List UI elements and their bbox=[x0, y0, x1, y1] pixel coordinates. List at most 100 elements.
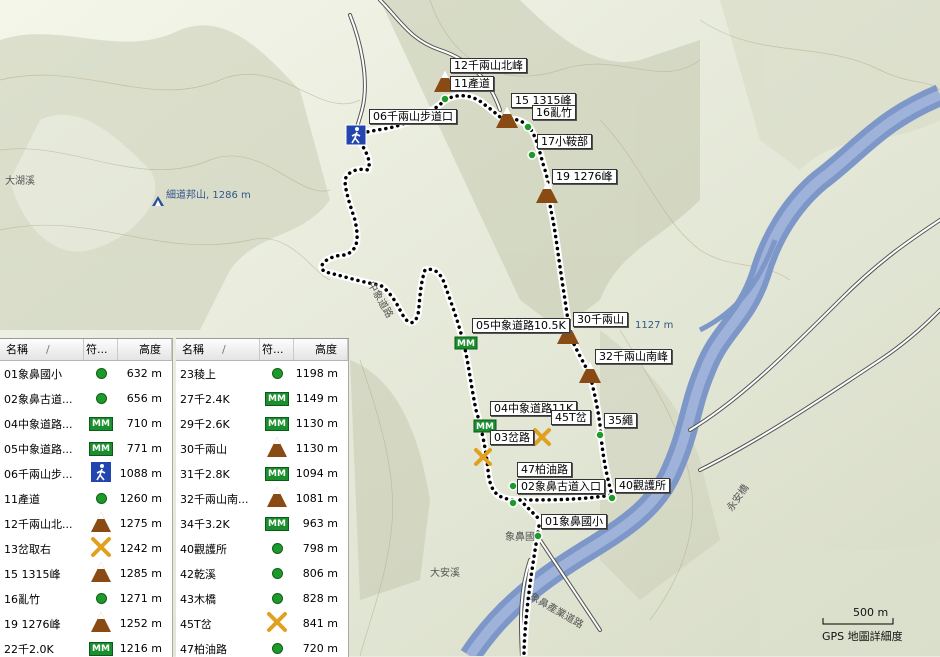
waypoint-altitude: 632 m bbox=[126, 367, 162, 380]
waypoint-name: 42乾溪 bbox=[180, 567, 216, 581]
table-row[interactable]: 40觀護所 798 m bbox=[176, 536, 348, 561]
waypoint-label-19[interactable]: 19 1276峰 bbox=[552, 169, 617, 184]
waypoint-symbol bbox=[260, 368, 294, 379]
waypoint-name: 16亂竹 bbox=[4, 592, 40, 606]
waypoint-altitude: 1149 m bbox=[295, 392, 338, 405]
waypoint-symbol: MM bbox=[260, 416, 294, 431]
table-row[interactable]: 13岔取右 1242 m bbox=[0, 536, 172, 561]
waypoint-label-11[interactable]: 11產道 bbox=[450, 76, 494, 91]
mile-marker-icon: MM bbox=[265, 516, 289, 531]
column-header-name[interactable]: 名稱 / bbox=[176, 339, 260, 360]
waypoint-name: 29千2.6K bbox=[180, 417, 230, 431]
waypoint-name: 32千兩山南... bbox=[180, 492, 249, 506]
waypoint-altitude: 841 m bbox=[302, 617, 338, 630]
waypoint-label-05[interactable]: 05中象道路10.5K bbox=[472, 318, 570, 333]
table-header: 名稱 / 符... 高度 bbox=[176, 339, 348, 361]
waypoint-symbol bbox=[260, 543, 294, 554]
column-header-symbol[interactable]: 符... bbox=[84, 339, 118, 360]
waypoint-name: 01象鼻國小 bbox=[4, 367, 62, 381]
table-row[interactable]: 34千3.2K MM 963 m bbox=[176, 511, 348, 536]
waypoint-altitude: 828 m bbox=[302, 592, 338, 605]
waypoint-altitude: 1198 m bbox=[295, 367, 338, 380]
waypoint-label-35[interactable]: 35繩 bbox=[604, 413, 637, 428]
table-row[interactable]: 30千兩山 1130 m bbox=[176, 436, 348, 461]
column-header-symbol[interactable]: 符... bbox=[260, 339, 294, 360]
waypoint-symbol bbox=[84, 561, 118, 586]
waypoint-label-30[interactable]: 30千兩山 bbox=[573, 312, 628, 327]
table-row[interactable]: 23稜上 1198 m bbox=[176, 361, 348, 386]
table-row[interactable]: 31千2.8K MM 1094 m bbox=[176, 461, 348, 486]
waypoint-symbol bbox=[260, 611, 294, 636]
hiker-icon bbox=[345, 124, 367, 146]
table-row[interactable]: 01象鼻國小 632 m bbox=[0, 361, 172, 386]
waypoint-dot-icon bbox=[271, 368, 283, 379]
waypoint-label-16[interactable]: 16亂竹 bbox=[532, 105, 576, 120]
waypoint-altitude: 963 m bbox=[302, 517, 338, 530]
waypoint-label-40[interactable]: 40觀護所 bbox=[615, 478, 670, 493]
column-header-altitude[interactable]: 高度 bbox=[294, 339, 348, 360]
waypoint-symbol bbox=[84, 511, 118, 536]
waypoint-name: 47柏油路 bbox=[180, 642, 227, 656]
waypoint-dot-icon bbox=[95, 368, 107, 379]
column-header-name[interactable]: 名稱 / bbox=[0, 339, 84, 360]
table-row[interactable]: 19 1276峰 1252 m bbox=[0, 611, 172, 636]
waypoint-symbol bbox=[84, 393, 118, 404]
peak-icon bbox=[90, 511, 112, 536]
table-row[interactable]: 29千2.6K MM 1130 m bbox=[176, 411, 348, 436]
table-row[interactable]: 43木橋 828 m bbox=[176, 586, 348, 611]
waypoint-name: 02象鼻古道... bbox=[4, 392, 73, 406]
waypoint-name: 12千兩山北... bbox=[4, 517, 73, 531]
table-row[interactable]: 15 1315峰 1285 m bbox=[0, 561, 172, 586]
table-row[interactable]: 06千兩山步... 1088 m bbox=[0, 461, 172, 486]
mile-marker-icon: MM bbox=[89, 441, 113, 456]
waypoint-symbol bbox=[260, 643, 294, 654]
mile-marker-icon: MM bbox=[89, 641, 113, 656]
table-row[interactable]: 04中象道路... MM 710 m bbox=[0, 411, 172, 436]
waypoint-label-02[interactable]: 02象鼻古道入口 bbox=[517, 479, 605, 494]
mile-marker-icon: MM bbox=[265, 416, 289, 431]
waypoint-altitude: 1271 m bbox=[119, 592, 162, 605]
table-row[interactable]: 02象鼻古道... 656 m bbox=[0, 386, 172, 411]
waypoint-altitude: 1081 m bbox=[295, 492, 338, 505]
table-row[interactable]: 45T岔 841 m bbox=[176, 611, 348, 636]
waypoint-name: 22千2.0K bbox=[4, 642, 54, 656]
waypoint-label-06[interactable]: 06千兩山步道口 bbox=[369, 109, 457, 124]
peak-icon bbox=[90, 611, 112, 636]
table-row[interactable]: 11產道 1260 m bbox=[0, 486, 172, 511]
table-row[interactable]: 05中象道路... MM 771 m bbox=[0, 436, 172, 461]
map-detail-label[interactable]: GPS 地圖詳細度 bbox=[822, 628, 903, 644]
waypoint-label-47[interactable]: 47柏油路 bbox=[517, 462, 572, 477]
waypoint-label-03[interactable]: 03岔路 bbox=[490, 430, 534, 445]
waypoint-label-12[interactable]: 12千兩山北峰 bbox=[450, 58, 527, 73]
waypoint-altitude: 798 m bbox=[302, 542, 338, 555]
table-row[interactable]: 22千2.0K MM 1216 m bbox=[0, 636, 172, 657]
waypoint-name: 31千2.8K bbox=[180, 467, 230, 481]
waypoint-symbol: MM bbox=[84, 416, 118, 431]
waypoint-label-32[interactable]: 32千兩山南峰 bbox=[595, 349, 672, 364]
waypoint-name: 23稜上 bbox=[180, 367, 216, 381]
table-row[interactable]: 27千2.4K MM 1149 m bbox=[176, 386, 348, 411]
waypoint-symbol bbox=[84, 493, 118, 504]
waypoint-label-01[interactable]: 01象鼻國小 bbox=[541, 514, 607, 529]
label-peak-xidaobang: 細道邦山, 1286 m bbox=[166, 190, 251, 201]
mile-marker-icon: MM bbox=[89, 416, 113, 431]
waypoint-dot-icon bbox=[271, 568, 283, 579]
table-row[interactable]: 47柏油路 720 m bbox=[176, 636, 348, 657]
column-header-altitude[interactable]: 高度 bbox=[118, 339, 172, 360]
junction-icon bbox=[90, 536, 112, 561]
waypoint-label-17[interactable]: 17小鞍部 bbox=[537, 134, 592, 149]
table-row[interactable]: 12千兩山北... 1275 m bbox=[0, 511, 172, 536]
waypoint-symbol bbox=[84, 536, 118, 561]
table-row[interactable]: 32千兩山南... 1081 m bbox=[176, 486, 348, 511]
waypoint-rows-left: 01象鼻國小 632 m 02象鼻古道... 656 m 04中象道路... MM 710 … bbox=[0, 361, 172, 657]
waypoint-symbol bbox=[260, 486, 294, 511]
table-row[interactable]: 42乾溪 806 m bbox=[176, 561, 348, 586]
waypoint-altitude: 1216 m bbox=[119, 642, 162, 655]
junction-icon bbox=[266, 611, 288, 636]
waypoint-label-45[interactable]: 45T岔 bbox=[551, 410, 591, 425]
waypoint-name: 11產道 bbox=[4, 492, 40, 506]
peak-icon bbox=[266, 436, 288, 461]
table-row[interactable]: 16亂竹 1271 m bbox=[0, 586, 172, 611]
waypoint-dot-icon bbox=[95, 493, 107, 504]
waypoint-altitude: 1130 m bbox=[295, 442, 338, 455]
